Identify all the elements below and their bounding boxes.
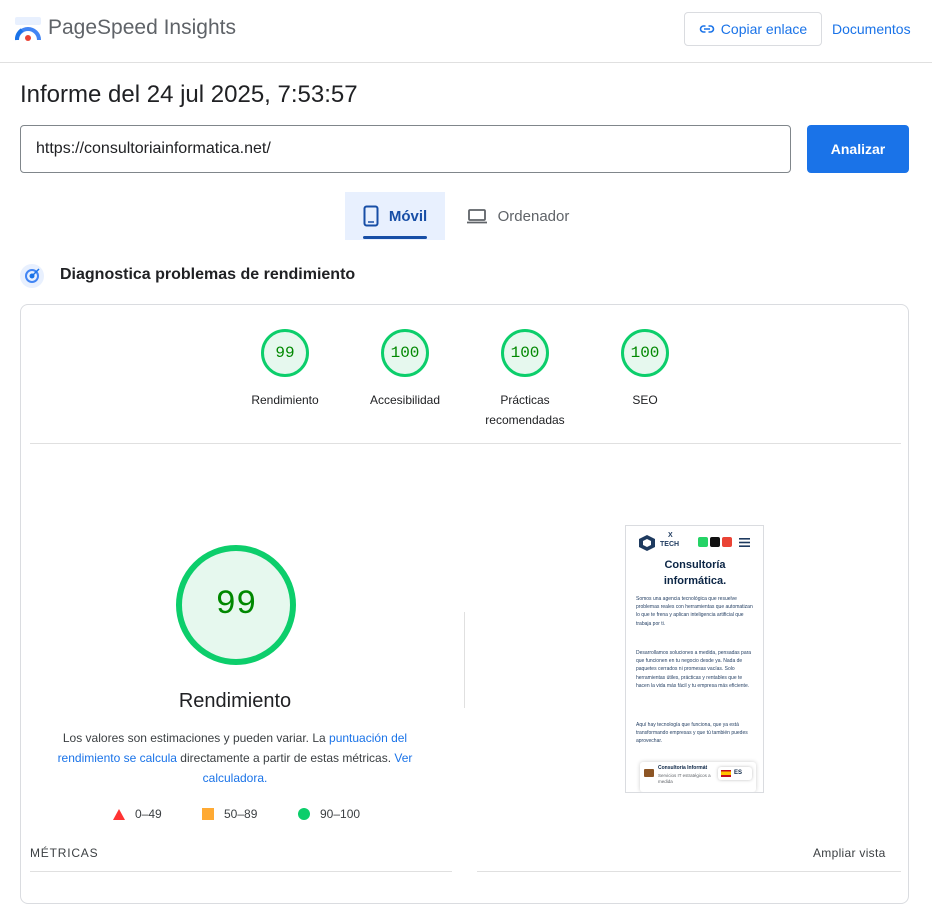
score-gauge-performance[interactable]: 99 Rendimiento bbox=[225, 329, 345, 410]
phone-icon bbox=[363, 205, 379, 227]
page-screenshot[interactable]: X TECH Consultoría informática. Somos un… bbox=[625, 525, 764, 793]
legend-label: 0–49 bbox=[135, 807, 162, 821]
docs-link[interactable]: Documentos bbox=[832, 21, 911, 37]
desc-text-2: directamente a partir de estas métricas. bbox=[176, 751, 395, 765]
score-value: 100 bbox=[621, 329, 669, 377]
legend-pass: 90–100 bbox=[298, 807, 360, 821]
pagespeed-logo-icon bbox=[15, 17, 41, 41]
legend-label: 50–89 bbox=[224, 807, 258, 821]
brand-x: X bbox=[668, 532, 673, 539]
laptop-icon bbox=[466, 209, 487, 224]
performance-label: Rendimiento bbox=[178, 690, 292, 712]
hamburger-menu-icon bbox=[739, 538, 750, 547]
legend-average: 50–89 bbox=[202, 807, 257, 821]
score-value: 99 bbox=[261, 329, 309, 377]
score-label: Prácticas recomendadas bbox=[485, 393, 565, 427]
diagnostic-icon bbox=[20, 264, 44, 288]
desc-text-1: Los valores son estimaciones y pueden va… bbox=[62, 731, 330, 745]
score-label: Rendimiento bbox=[251, 393, 319, 407]
brand-tech: TECH bbox=[660, 541, 680, 548]
score-label: Accesibilidad bbox=[369, 393, 441, 407]
screenshot-paragraph-1: Somos una agencia tecnológica que resuel… bbox=[636, 596, 753, 627]
tiktok-icon bbox=[710, 537, 720, 547]
legend-label: 90–100 bbox=[320, 807, 361, 821]
score-gauge-best-practices[interactable]: 100 Prácticas recomendadas bbox=[465, 329, 585, 430]
metrics-divider-left bbox=[30, 871, 452, 872]
expand-view-toggle[interactable]: Ampliar vista bbox=[813, 846, 886, 860]
spain-flag-icon bbox=[721, 770, 731, 777]
briefcase-icon bbox=[644, 769, 654, 777]
score-gauge-accessibility[interactable]: 100 Accesibilidad bbox=[345, 329, 465, 410]
top-header: PageSpeed Insights Copiar enlace Documen… bbox=[0, 0, 932, 63]
score-label: SEO bbox=[632, 393, 658, 407]
mail-icon bbox=[722, 537, 732, 547]
report-title: Informe del 24 jul 2025, 7:53:57 bbox=[20, 81, 358, 108]
score-value: 100 bbox=[501, 329, 549, 377]
xtech-logo-icon bbox=[639, 535, 655, 551]
copy-link-button[interactable]: Copiar enlace bbox=[684, 12, 822, 46]
performance-description: Los valores son estimaciones y pueden va… bbox=[55, 728, 415, 788]
triangle-icon bbox=[113, 808, 125, 820]
tab-mobile[interactable]: Móvil bbox=[345, 192, 445, 240]
screenshot-headline: Consultoría informática. bbox=[663, 559, 727, 587]
analyze-button[interactable]: Analizar bbox=[807, 125, 909, 173]
legend-fail: 0–49 bbox=[113, 807, 162, 821]
language-label: ES bbox=[734, 770, 743, 776]
whatsapp-icon bbox=[698, 537, 708, 547]
tab-desktop[interactable]: Ordenador bbox=[460, 192, 575, 240]
metrics-divider-right bbox=[477, 871, 901, 872]
active-tab-indicator bbox=[363, 236, 427, 239]
tab-desktop-label: Ordenador bbox=[497, 207, 570, 225]
score-value: 100 bbox=[381, 329, 429, 377]
screenshot-paragraph-3: Aquí hay tecnología que funciona, que ya… bbox=[636, 722, 748, 745]
screenshot-paragraph-2: Desarrollamos soluciones a medida, pensa… bbox=[636, 650, 752, 689]
metrics-heading: MÉTRICAS bbox=[30, 846, 99, 860]
screenshot-chip: Consultoría Informát Servicios IT estrat… bbox=[640, 762, 756, 792]
vertical-divider bbox=[464, 612, 465, 708]
copy-link-label: Copiar enlace bbox=[720, 21, 808, 37]
section-divider bbox=[30, 443, 901, 444]
link-icon bbox=[699, 25, 715, 33]
score-gauge-seo[interactable]: 100 SEO bbox=[585, 329, 705, 410]
circle-icon bbox=[298, 808, 310, 820]
diagnostic-label: Diagnostica problemas de rendimiento bbox=[60, 266, 356, 283]
tab-mobile-label: Móvil bbox=[388, 207, 428, 225]
performance-gauge: 99 bbox=[176, 545, 296, 665]
square-icon bbox=[202, 808, 214, 820]
chip-title: Consultoría Informát bbox=[658, 765, 708, 771]
url-input[interactable] bbox=[20, 125, 791, 173]
chip-subtitle: Servicios IT estratégicos a medida bbox=[658, 773, 711, 784]
app-title: PageSpeed Insights bbox=[48, 16, 236, 39]
language-selector: ES bbox=[718, 767, 752, 780]
